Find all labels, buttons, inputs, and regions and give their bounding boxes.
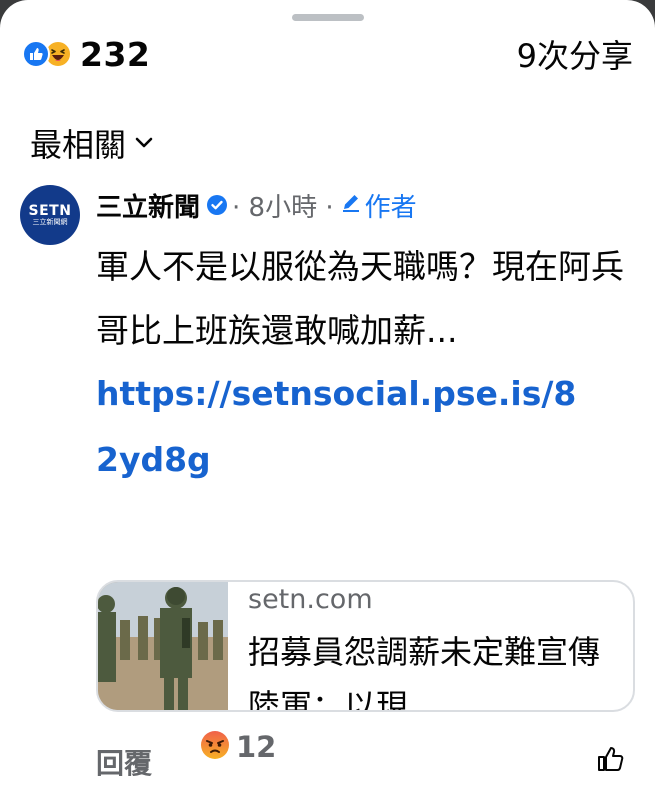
chevron-down-icon — [134, 134, 154, 153]
sort-dropdown[interactable]: 最相關 — [30, 120, 154, 166]
avatar-logo-subtext: 三立新聞網 — [32, 217, 68, 226]
angry-reaction-icon — [200, 730, 230, 764]
comment-author[interactable]: 三立新聞 — [96, 187, 200, 224]
share-count[interactable]: 9次分享 — [517, 31, 633, 77]
preview-title: 招募員怨調薪未定難宣傳 陸軍：以現 — [248, 633, 633, 710]
preview-text: setn.com 招募員怨調薪未定難宣傳 陸軍：以現 — [248, 582, 633, 710]
comment-link[interactable]: https://setnsocial.pse.is/82yd8g — [96, 361, 596, 493]
preview-domain: setn.com — [248, 584, 373, 615]
drag-handle[interactable] — [292, 14, 364, 21]
preview-image — [98, 582, 228, 710]
comment-header: 三立新聞 · 8小時 · 作者 — [96, 185, 635, 225]
reaction-count-label: 12 — [236, 730, 277, 764]
comment-time: · 8小時 · — [232, 192, 334, 223]
reaction-summary-row: 232 9次分享 — [22, 30, 633, 78]
link-preview-card[interactable]: setn.com 招募員怨調薪未定難宣傳 陸軍：以現 — [96, 580, 635, 712]
avatar-logo-text: SETN — [28, 202, 72, 219]
comment-text: 軍人不是以服從為天職嗎？現在阿兵哥比上班族還敢喊加薪... — [96, 247, 624, 350]
reply-button[interactable]: 回覆 — [96, 742, 152, 782]
avatar[interactable]: SETN 三立新聞網 — [20, 185, 80, 245]
verified-badge-icon — [206, 194, 228, 216]
comment-reactions[interactable]: 12 — [200, 730, 276, 764]
comment-actions: 回覆 12 — [96, 730, 636, 780]
author-badge-label: 作者 — [364, 192, 417, 223]
comments-sheet: 232 9次分享 最相關 SETN 三立新聞網 三立新聞 · 8小時 · 作者 … — [0, 0, 655, 800]
comment-body: 三立新聞 · 8小時 · 作者 軍人不是以服從為天職嗎？現在阿兵哥比上班族還敢喊… — [96, 185, 635, 493]
reaction-icons[interactable] — [22, 40, 72, 68]
sort-label: 最相關 — [30, 126, 127, 164]
reaction-count[interactable]: 232 — [80, 35, 150, 74]
author-badge: 作者 — [340, 187, 417, 224]
like-reaction-icon — [22, 40, 50, 68]
pencil-icon — [340, 190, 362, 220]
like-button[interactable] — [596, 744, 626, 778]
